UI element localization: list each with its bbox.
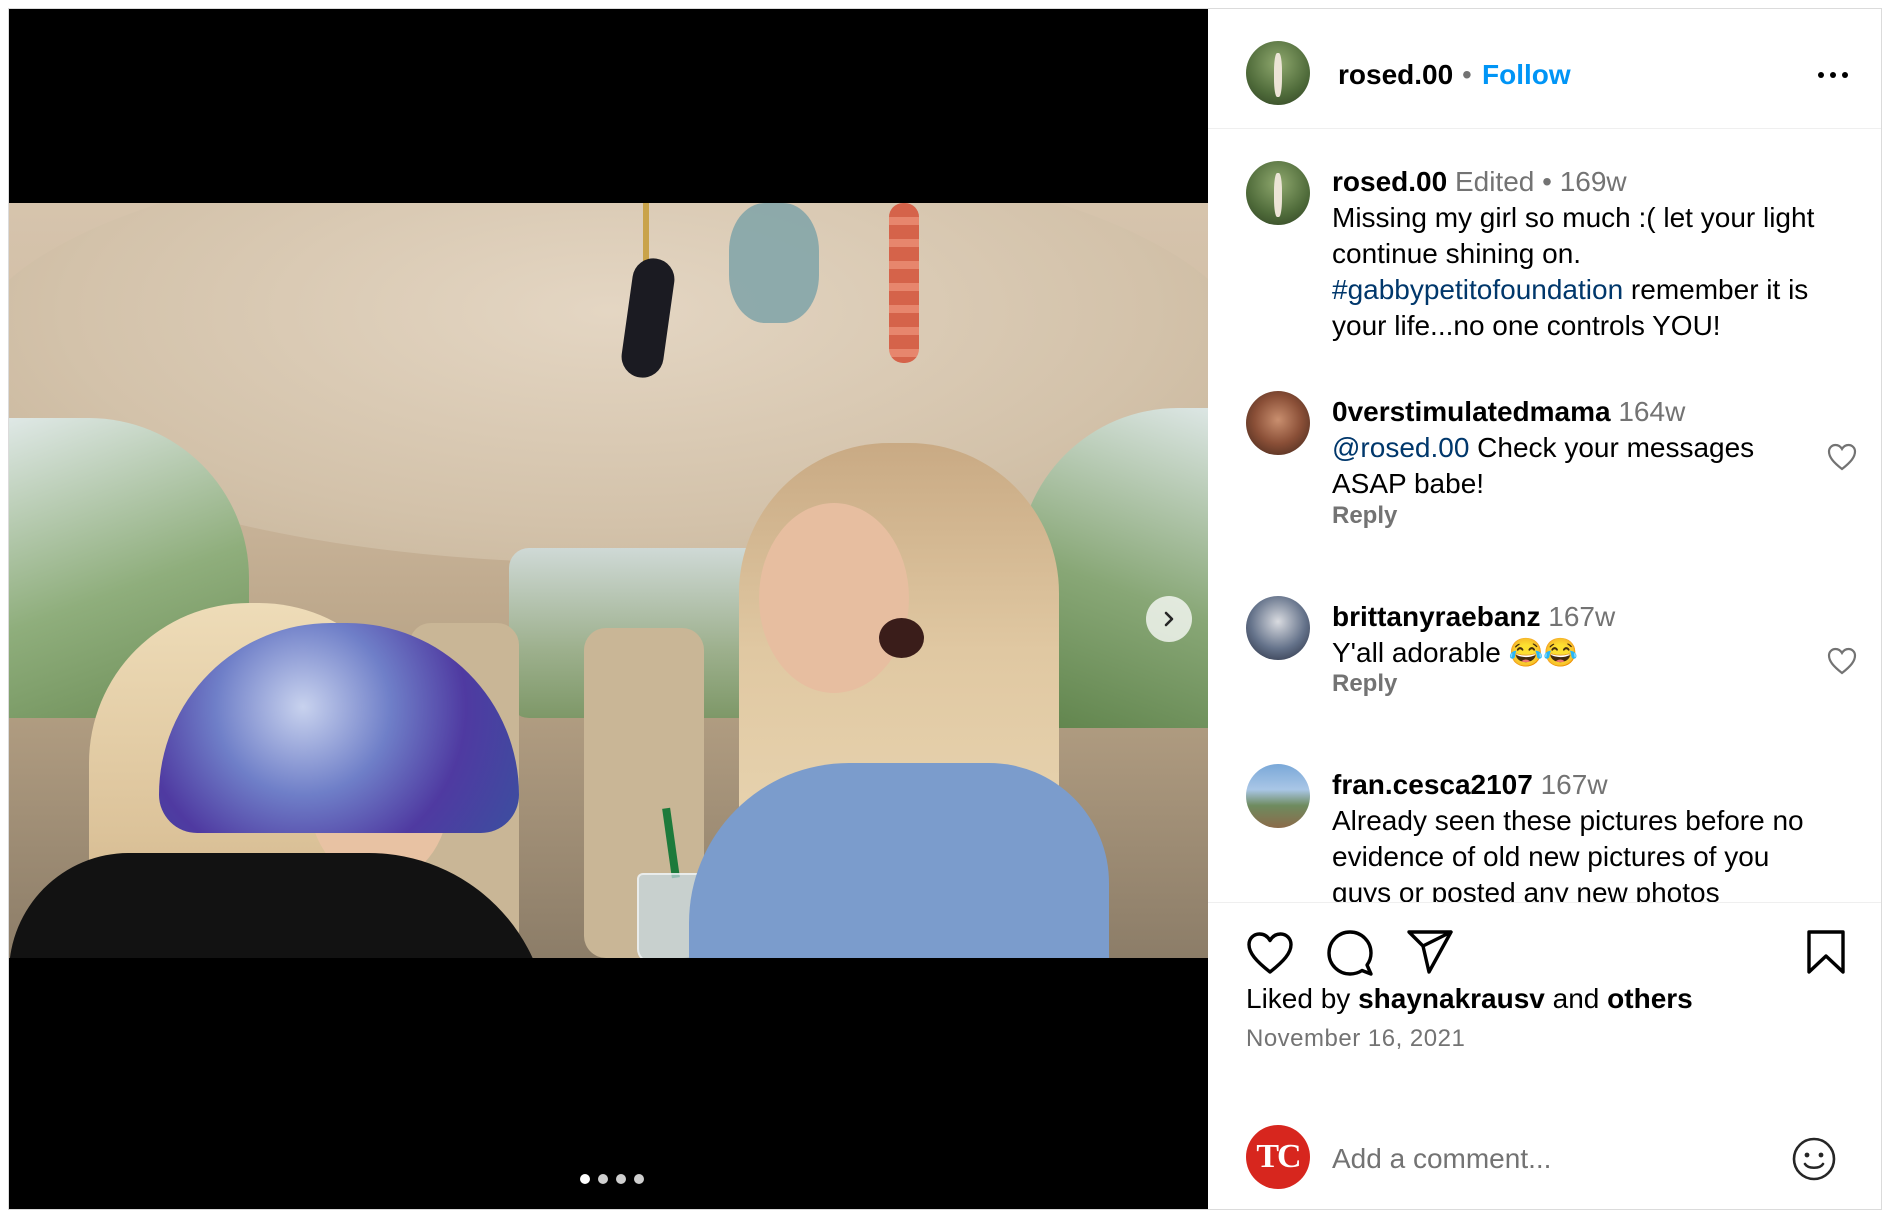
post-date: November 16, 2021 <box>1246 1025 1466 1052</box>
commenter-username[interactable]: 0verstimulatedmama <box>1332 396 1611 427</box>
post-photo[interactable] <box>9 203 1208 958</box>
bookmark-icon[interactable] <box>1806 929 1846 975</box>
carousel-indicator <box>580 1174 644 1184</box>
mention-link[interactable]: @rosed.00 <box>1332 432 1469 463</box>
post-dialog: rosed.00 • Follow rosed.00 Edited • 169w… <box>8 8 1882 1210</box>
comment-bubble-icon[interactable] <box>1326 929 1374 977</box>
likes-summary: Liked by shaynakrausv and others <box>1246 983 1693 1014</box>
carousel-dot <box>616 1174 626 1184</box>
smiley-icon[interactable] <box>1790 1135 1838 1183</box>
viewer-avatar: TC <box>1246 1125 1310 1189</box>
commenter-avatar[interactable] <box>1246 764 1310 828</box>
comment-age: 167w <box>1540 769 1608 800</box>
post-media <box>9 9 1208 1209</box>
likes-others-link[interactable]: others <box>1607 983 1693 1014</box>
person-right <box>689 443 1208 958</box>
post-side-panel: rosed.00 • Follow rosed.00 Edited • 169w… <box>1208 9 1881 1209</box>
author-username[interactable]: rosed.00 <box>1338 59 1453 91</box>
carousel-dot <box>580 1174 590 1184</box>
follow-button[interactable]: Follow <box>1482 59 1571 91</box>
liker-username[interactable]: shaynakrausv <box>1358 983 1545 1014</box>
more-horizontal-icon[interactable] <box>1815 65 1851 85</box>
reply-button[interactable]: Reply <box>1332 502 1397 530</box>
caption-text: Missing my girl so much :( let your ligh… <box>1332 202 1815 341</box>
commenter-username[interactable]: brittanyraebanz <box>1332 601 1541 632</box>
heart-icon[interactable] <box>1827 443 1857 471</box>
add-comment-row: TC <box>1208 1099 1881 1209</box>
comment-text: Already seen these pictures before no ev… <box>1332 805 1804 902</box>
paper-plane-icon[interactable] <box>1406 929 1454 975</box>
commenter-avatar[interactable] <box>1246 596 1310 660</box>
carousel-next-button[interactable] <box>1146 596 1192 642</box>
comment-text: @rosed.00 Check your messages ASAP babe! <box>1332 432 1755 499</box>
carousel-dot <box>634 1174 644 1184</box>
reply-button[interactable]: Reply <box>1332 670 1397 698</box>
chevron-right-icon <box>1164 611 1174 627</box>
carousel-dot <box>598 1174 608 1184</box>
post-actions: Liked by shaynakrausv and others Novembe… <box>1208 902 1881 1209</box>
hashtag-link[interactable]: #gabbypetitofoundation <box>1332 274 1623 305</box>
comment-age: 164w <box>1618 396 1686 427</box>
caption-username[interactable]: rosed.00 <box>1332 166 1447 197</box>
commenter-username[interactable]: fran.cesca2107 <box>1332 769 1533 800</box>
commenter-avatar[interactable] <box>1246 391 1310 455</box>
add-comment-input[interactable] <box>1332 1139 1772 1179</box>
post-header: rosed.00 • Follow <box>1208 9 1881 129</box>
caption-avatar[interactable] <box>1246 161 1310 225</box>
heart-icon[interactable] <box>1827 647 1857 675</box>
heart-icon[interactable] <box>1246 931 1294 975</box>
person-left <box>9 483 549 958</box>
comment-age: 167w <box>1548 601 1616 632</box>
comments-list[interactable]: rosed.00 Edited • 169w Missing my girl s… <box>1208 129 1881 902</box>
caption-meta: Edited • 169w <box>1454 166 1627 197</box>
comment-text: Y'all adorable 😂😂 <box>1332 637 1579 668</box>
author-avatar[interactable] <box>1246 41 1310 105</box>
separator-dot: • <box>1462 59 1472 90</box>
